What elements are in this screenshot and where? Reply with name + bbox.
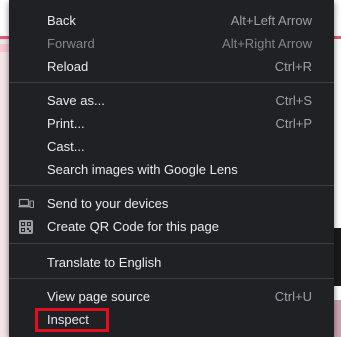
menu-item-label: Back <box>47 13 76 28</box>
background-page-right <box>334 39 341 337</box>
menu-item-shortcut: Ctrl+R <box>274 59 312 74</box>
menu-separator <box>9 278 334 279</box>
menu-item-reload[interactable]: Reload Ctrl+R <box>9 55 334 78</box>
menu-item-label: Send to your devices <box>47 196 169 211</box>
qr-code-icon <box>18 219 34 235</box>
menu-item-label: Save as... <box>47 93 105 108</box>
menu-item-label: Create QR Code for this page <box>47 219 219 234</box>
menu-item-shortcut: Ctrl+S <box>275 93 312 108</box>
devices-icon <box>18 196 35 212</box>
background-page-right-dark <box>334 228 341 286</box>
menu-item-label: Cast... <box>47 139 85 154</box>
menu-separator <box>9 185 334 186</box>
menu-item-back[interactable]: Back Alt+Left Arrow <box>9 9 334 32</box>
menu-item-translate[interactable]: Translate to English <box>9 251 334 274</box>
menu-item-qr-code[interactable]: Create QR Code for this page <box>9 215 334 238</box>
menu-item-label: Reload <box>47 59 89 74</box>
menu-item-shortcut: Ctrl+U <box>274 289 312 304</box>
menu-item-shortcut: Alt+Right Arrow <box>222 36 312 51</box>
menu-item-label: Translate to English <box>47 255 162 270</box>
menu-item-label: Print... <box>47 116 85 131</box>
menu-item-google-lens[interactable]: Search images with Google Lens <box>9 158 334 181</box>
background-page-right-image <box>334 300 341 337</box>
menu-item-cast[interactable]: Cast... <box>9 135 334 158</box>
menu-item-shortcut: Alt+Left Arrow <box>230 13 312 28</box>
menu-item-label: Search images with Google Lens <box>47 162 238 177</box>
inspect-highlight-box <box>35 308 109 332</box>
menu-item-print[interactable]: Print... Ctrl+P <box>9 112 334 135</box>
menu-separator <box>9 82 334 83</box>
menu-item-view-source[interactable]: View page source Ctrl+U <box>9 285 334 308</box>
menu-item-send-to-devices[interactable]: Send to your devices <box>9 192 334 215</box>
menu-item-save-as[interactable]: Save as... Ctrl+S <box>9 89 334 112</box>
context-menu: Back Alt+Left Arrow Forward Alt+Right Ar… <box>9 0 334 337</box>
menu-item-label: View page source <box>47 289 151 304</box>
menu-item-shortcut: Ctrl+P <box>275 116 312 131</box>
menu-item-label: Forward <box>47 36 95 51</box>
menu-separator <box>9 243 334 244</box>
menu-item-forward[interactable]: Forward Alt+Right Arrow <box>9 32 334 55</box>
